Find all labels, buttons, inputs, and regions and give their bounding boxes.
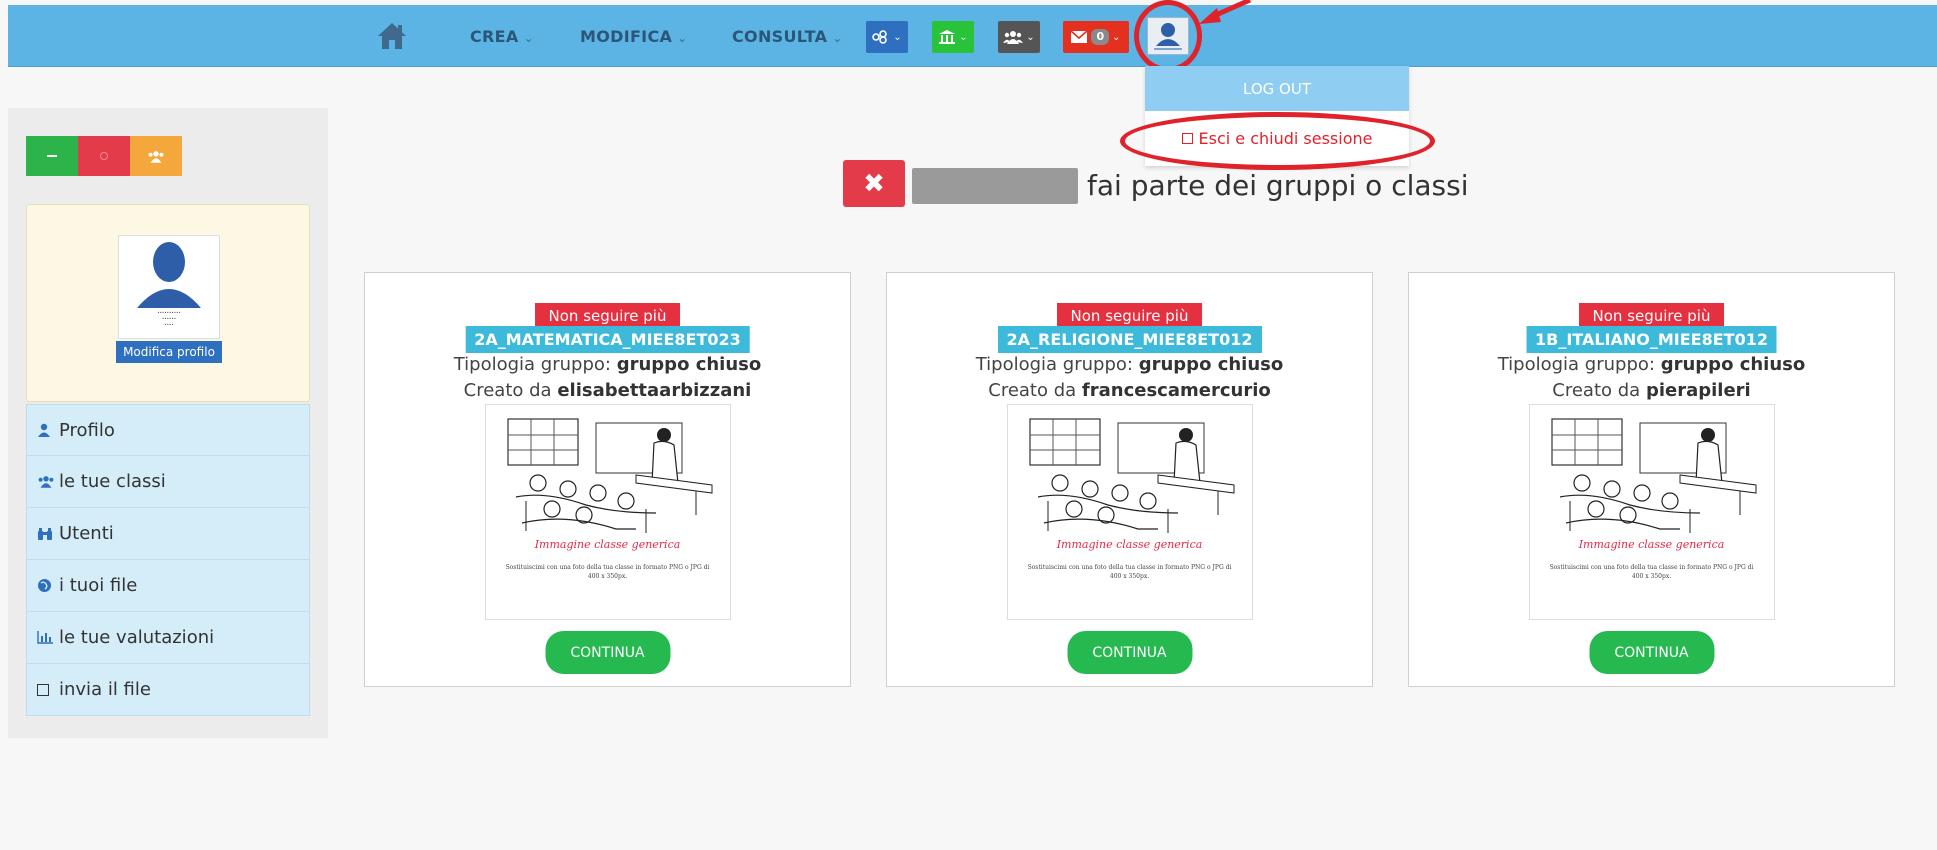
message-count-badge: 0 bbox=[1091, 29, 1110, 45]
share-icon bbox=[872, 30, 888, 44]
group-type: Tipologia gruppo: gruppo chiuso bbox=[1497, 354, 1806, 375]
close-panel-button[interactable] bbox=[78, 136, 130, 176]
sidebar-item-invia-il-file[interactable]: invia il file bbox=[26, 664, 310, 716]
messages-menu-button[interactable]: 0 ⌄ bbox=[1063, 21, 1129, 53]
group-card: Non seguire più 2A_RELIGIONE_MIEE8ET012 … bbox=[886, 272, 1373, 687]
edit-profile-button[interactable]: Modifica profilo bbox=[116, 341, 222, 363]
dropdown-logout-header: LOG OUT bbox=[1145, 66, 1409, 111]
user-icon bbox=[37, 423, 59, 437]
group-type: Tipologia gruppo: gruppo chiuso bbox=[453, 354, 762, 375]
menu-consulta[interactable]: CONSULTA ⌄ bbox=[732, 27, 843, 46]
chevron-down-icon: ⌄ bbox=[523, 31, 534, 45]
sidebar-item-i-tuoi-file[interactable]: i tuoi file bbox=[26, 560, 310, 612]
unfollow-button[interactable]: Non seguire più bbox=[1056, 303, 1203, 328]
group-name-label: 2A_RELIGIONE_MIEE8ET012 bbox=[997, 326, 1262, 353]
chevron-down-icon: ⌄ bbox=[677, 31, 688, 45]
continue-button[interactable]: CONTINUA bbox=[1589, 631, 1714, 674]
class-image: Immagine classe generica Sostituiscimi c… bbox=[1006, 404, 1253, 620]
unfollow-button[interactable]: Non seguire più bbox=[1578, 303, 1725, 328]
image-subtitle: Sostituiscimi con una foto della tua cla… bbox=[1549, 564, 1754, 580]
redacted-username bbox=[912, 168, 1078, 204]
users-icon bbox=[37, 475, 59, 488]
group-card: Non seguire più 1B_ITALIANO_MIEE8ET012 T… bbox=[1408, 272, 1895, 687]
share-menu-button[interactable]: ⌄ bbox=[866, 21, 908, 53]
close-icon[interactable]: ✖ bbox=[843, 160, 905, 207]
chevron-down-icon: ⌄ bbox=[1112, 31, 1121, 43]
envelope-icon bbox=[1071, 31, 1088, 43]
chevron-down-icon: ⌄ bbox=[832, 31, 843, 45]
continue-button[interactable]: CONTINUA bbox=[545, 631, 670, 674]
groups-menu-button[interactable]: ⌄ bbox=[998, 21, 1040, 53]
group-card: Non seguire più 2A_MATEMATICA_MIEE8ET023… bbox=[364, 272, 851, 687]
chevron-down-icon: ⌄ bbox=[1026, 31, 1035, 43]
circle-icon bbox=[100, 152, 108, 160]
annotation-circle-logout bbox=[1120, 112, 1435, 170]
menu-crea[interactable]: CREA ⌄ bbox=[470, 27, 534, 46]
image-title: Immagine classe generica bbox=[1578, 538, 1725, 551]
avatar bbox=[137, 242, 201, 308]
sidebar-item-utenti[interactable]: Utenti bbox=[26, 508, 310, 560]
group-type: Tipologia gruppo: gruppo chiuso bbox=[975, 354, 1284, 375]
class-image: Immagine classe generica Sostituiscimi c… bbox=[1528, 404, 1775, 620]
minimize-button[interactable] bbox=[26, 136, 78, 176]
classroom-illustration bbox=[1028, 418, 1234, 533]
image-subtitle: Sostituiscimi con una foto della tua cla… bbox=[1027, 564, 1232, 580]
home-icon[interactable] bbox=[376, 21, 408, 51]
unfollow-button[interactable]: Non seguire più bbox=[534, 303, 681, 328]
institution-menu-button[interactable]: ⌄ bbox=[932, 21, 974, 53]
annotation-arrow bbox=[1199, 0, 1252, 24]
institution-icon bbox=[939, 30, 956, 44]
classroom-illustration bbox=[506, 418, 712, 533]
groups-button[interactable] bbox=[130, 136, 182, 176]
users-icon bbox=[148, 150, 164, 163]
profile-picture-caption: •••••••••• •••••• •••• bbox=[157, 310, 181, 327]
image-subtitle: Sostituiscimi con una foto della tua cla… bbox=[505, 564, 710, 580]
square-icon bbox=[37, 683, 59, 696]
group-creator: Creato da pierapileri bbox=[1552, 380, 1751, 401]
profile-picture: •••••••••• •••••• •••• bbox=[118, 235, 220, 339]
group-name-label: 1B_ITALIANO_MIEE8ET012 bbox=[1526, 326, 1777, 353]
minus-icon bbox=[47, 155, 57, 157]
image-title: Immagine classe generica bbox=[534, 538, 681, 551]
top-navbar: CREA ⌄ MODIFICA ⌄ CONSULTA ⌄ ⌄ ⌄ ⌄ 0 ⌄ bbox=[8, 5, 1937, 67]
menu-modifica[interactable]: MODIFICA ⌄ bbox=[580, 27, 688, 46]
classroom-illustration bbox=[1550, 418, 1756, 533]
chevron-down-icon: ⌄ bbox=[959, 31, 968, 43]
image-title: Immagine classe generica bbox=[1056, 538, 1203, 551]
users-icon bbox=[1003, 31, 1024, 44]
chevron-down-icon: ⌄ bbox=[893, 31, 902, 43]
binoculars-icon bbox=[37, 527, 59, 541]
page-title: fai parte dei gruppi o classi bbox=[1087, 169, 1469, 202]
class-image: Immagine classe generica Sostituiscimi c… bbox=[484, 404, 731, 620]
continue-button[interactable]: CONTINUA bbox=[1067, 631, 1192, 674]
group-creator: Creato da francescamercurio bbox=[988, 380, 1271, 401]
group-creator: Creato da elisabettaarbizzani bbox=[463, 380, 752, 401]
profile-box: •••••••••• •••••• •••• Modifica profilo bbox=[26, 204, 310, 402]
sidebar-item-profilo[interactable]: Profilo bbox=[26, 404, 310, 456]
sidebar-item-le-tue-valutazioni[interactable]: le tue valutazioni bbox=[26, 612, 310, 664]
group-name-label: 2A_MATEMATICA_MIEE8ET023 bbox=[465, 326, 750, 353]
bar-chart-icon bbox=[37, 631, 59, 644]
annotation-circle-avatar bbox=[1134, 0, 1202, 72]
sidebar-item-le-tue-classi[interactable]: le tue classi bbox=[26, 456, 310, 508]
sidebar-menu: Profilo le tue classi Utenti i tuoi file… bbox=[26, 404, 310, 716]
globe-icon bbox=[37, 578, 59, 593]
